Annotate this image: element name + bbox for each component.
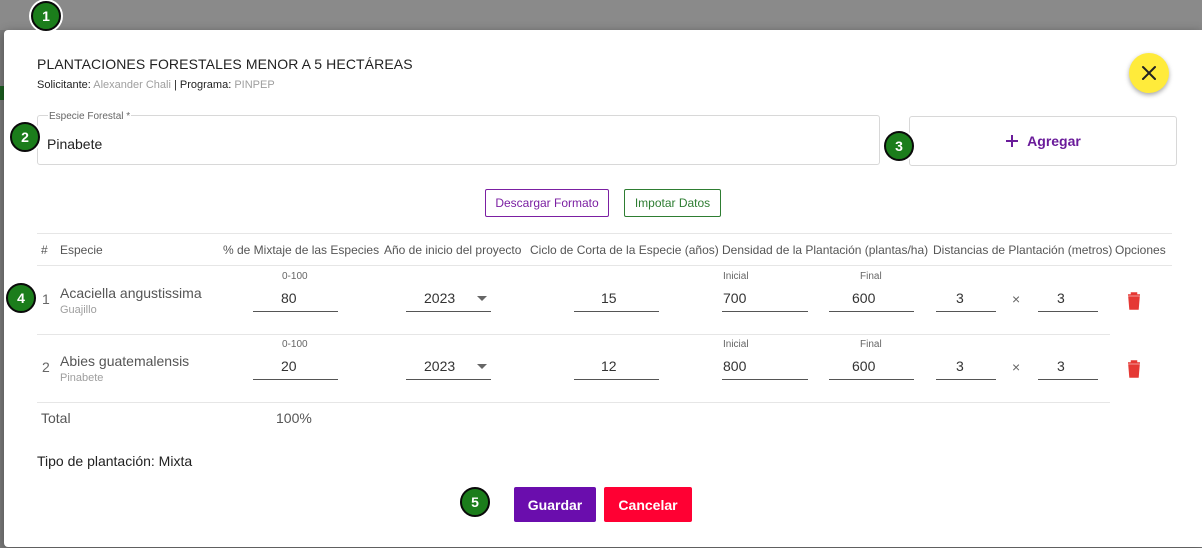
- start-year-value: 2023: [424, 358, 456, 374]
- density-initial-value: 700: [723, 290, 747, 306]
- mix-percent-input[interactable]: 20: [253, 356, 338, 380]
- plantation-type: Tipo de plantación: Mixta: [37, 453, 193, 469]
- close-icon: [1142, 66, 1156, 80]
- col-header-mix: % de Mixtaje de las Especies: [223, 243, 380, 257]
- annotation-marker: 1: [31, 1, 61, 31]
- species-scientific-name: Abies guatemalensis: [60, 353, 190, 369]
- density-initial-value: 800: [723, 358, 747, 374]
- import-data-button[interactable]: Impotar Datos: [624, 189, 721, 217]
- chevron-down-icon: [477, 364, 487, 369]
- times-symbol: ×: [1012, 359, 1021, 375]
- distance-a-input[interactable]: 3: [936, 288, 996, 312]
- annotation-marker: 3: [884, 131, 914, 161]
- density-final-value: 600: [852, 358, 876, 374]
- distance-b-value: 3: [1057, 290, 1065, 306]
- distance-b-input[interactable]: 3: [1038, 356, 1098, 380]
- distance-a-value: 3: [956, 290, 964, 306]
- cutting-cycle-value: 12: [601, 358, 617, 374]
- cutting-cycle-input[interactable]: 12: [574, 356, 659, 380]
- distance-a-value: 3: [956, 358, 964, 374]
- dialog-subtitle: Solicitante: Alexander Chali | Programa:…: [37, 79, 275, 91]
- cutting-cycle-input[interactable]: 15: [574, 288, 659, 312]
- species-scientific-name: Acaciella angustissima: [60, 285, 202, 301]
- delete-row-button[interactable]: [1127, 292, 1141, 310]
- start-year-select[interactable]: 2023: [406, 288, 491, 312]
- density-initial-label: Inicial: [723, 339, 749, 350]
- species-common-name: Pinabete: [60, 372, 104, 384]
- density-final-value: 600: [852, 290, 876, 306]
- annotation-marker: 2: [10, 122, 40, 152]
- header-divider: [37, 265, 1172, 266]
- subtitle-separator: |: [173, 79, 177, 91]
- distance-a-input[interactable]: 3: [936, 356, 996, 380]
- start-year-select[interactable]: 2023: [406, 356, 491, 380]
- annotation-marker: 5: [460, 487, 490, 517]
- density-final-label: Final: [860, 339, 882, 350]
- applicant-value: Alexander Chali: [93, 79, 171, 91]
- col-header-distance: Distancias de Plantación (metros): [933, 243, 1113, 257]
- table-top-divider: [37, 233, 1172, 234]
- chevron-down-icon: [477, 296, 487, 301]
- distance-b-value: 3: [1057, 358, 1065, 374]
- mix-percent-value: 20: [281, 358, 297, 374]
- total-value: 100%: [276, 410, 312, 426]
- density-final-input[interactable]: 600: [829, 288, 914, 312]
- col-header-year: Año de inicio del proyecto: [384, 243, 522, 257]
- cancel-button[interactable]: Cancelar: [604, 487, 692, 522]
- times-symbol: ×: [1012, 291, 1021, 307]
- species-common-name: Guajillo: [60, 304, 97, 316]
- density-initial-input[interactable]: 700: [722, 288, 808, 312]
- distance-b-input[interactable]: 3: [1038, 288, 1098, 312]
- total-label: Total: [41, 410, 71, 426]
- species-field-label: Especie Forestal *: [48, 111, 132, 122]
- annotation-marker: 4: [6, 283, 36, 313]
- col-header-species: Especie: [60, 243, 103, 257]
- density-initial-label: Inicial: [723, 271, 749, 282]
- mix-range-hint: 0-100: [282, 339, 308, 350]
- download-format-button[interactable]: Descargar Formato: [485, 189, 609, 217]
- row-number: 1: [42, 291, 50, 307]
- add-species-button[interactable]: Agregar: [909, 116, 1177, 166]
- species-dialog: PLANTACIONES FORESTALES MENOR A 5 HECTÁR…: [4, 30, 1202, 547]
- close-button[interactable]: [1129, 53, 1169, 93]
- col-header-cycle: Ciclo de Corta de la Especie (años): [530, 243, 719, 257]
- species-input[interactable]: [47, 136, 847, 152]
- add-button-label: Agregar: [1027, 133, 1081, 149]
- mix-percent-input[interactable]: 80: [253, 288, 338, 312]
- plus-icon: [1006, 135, 1019, 147]
- program-value: PINPEP: [234, 79, 275, 91]
- species-field[interactable]: Especie Forestal *: [37, 111, 880, 165]
- background-app-bar: [0, 0, 1202, 30]
- applicant-label: Solicitante:: [37, 79, 91, 91]
- mix-percent-value: 80: [281, 290, 297, 306]
- save-button[interactable]: Guardar: [514, 487, 596, 522]
- col-header-num: #: [41, 243, 48, 257]
- row-divider: [37, 334, 1110, 335]
- start-year-value: 2023: [424, 290, 456, 306]
- dialog-title: PLANTACIONES FORESTALES MENOR A 5 HECTÁR…: [37, 56, 413, 72]
- program-label: Programa:: [179, 79, 232, 91]
- col-header-density: Densidad de la Plantación (plantas/ha): [722, 243, 929, 257]
- cutting-cycle-value: 15: [601, 290, 617, 306]
- density-final-label: Final: [860, 271, 882, 282]
- row-number: 2: [42, 359, 50, 375]
- delete-row-button[interactable]: [1127, 360, 1141, 378]
- density-initial-input[interactable]: 800: [722, 356, 808, 380]
- density-final-input[interactable]: 600: [829, 356, 914, 380]
- mix-range-hint: 0-100: [282, 271, 308, 282]
- col-header-options: Opciones: [1115, 243, 1166, 257]
- row-divider: [37, 402, 1110, 403]
